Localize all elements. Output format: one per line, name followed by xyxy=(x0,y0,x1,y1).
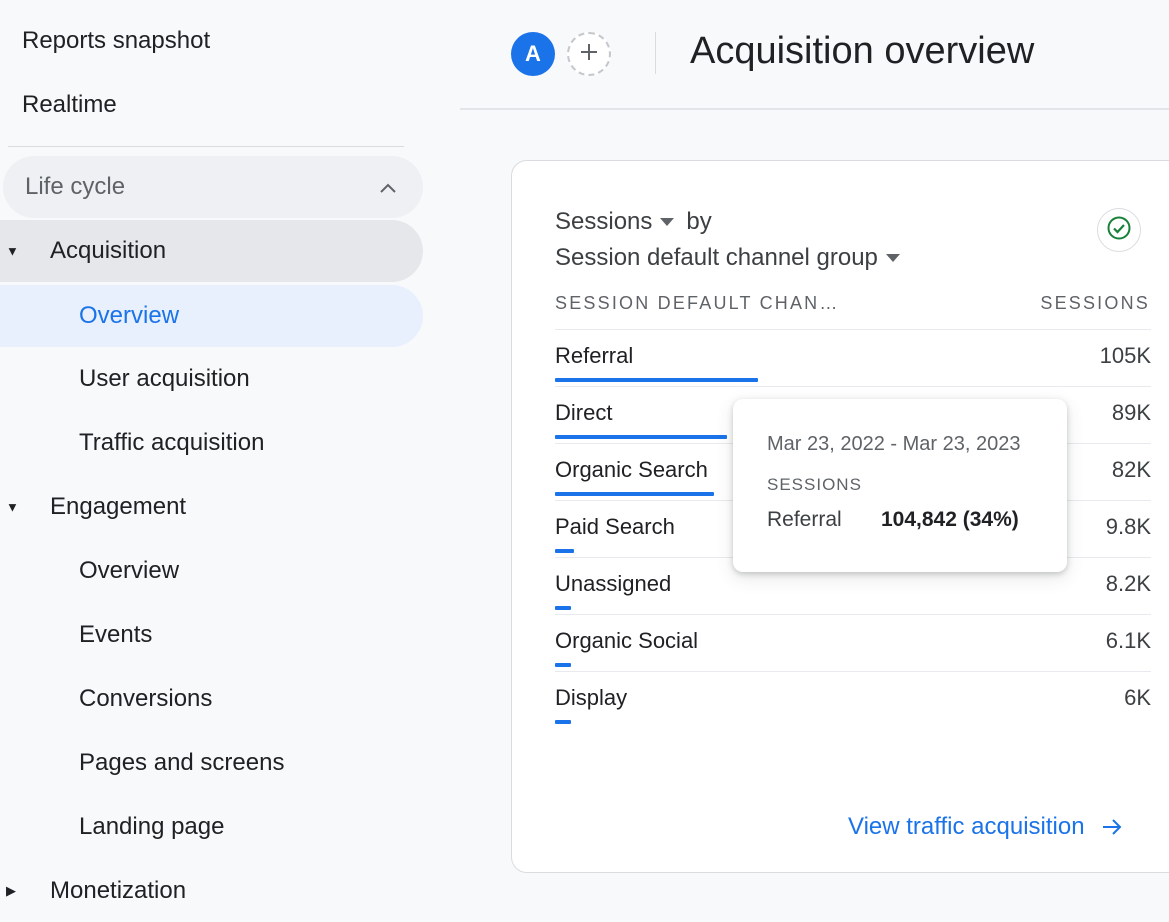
row-bar xyxy=(555,663,571,667)
avatar-letter: A xyxy=(525,41,541,66)
sidebar-nav: Reports snapshot Realtime Life cycle ▼ A… xyxy=(0,0,440,905)
dimension-selector-row: Session default channel group xyxy=(555,244,912,272)
sidebar-item-monetization[interactable]: ▶ Monetization xyxy=(0,860,423,922)
dimension-selector[interactable]: Session default channel group xyxy=(555,244,878,272)
sidebar-item-landing-page[interactable]: Landing page xyxy=(0,796,423,858)
row-value: 6K xyxy=(1124,685,1151,710)
header-separator xyxy=(460,108,1169,110)
sidebar-item-label: Overview xyxy=(79,557,180,584)
sidebar-item-label: Traffic acquisition xyxy=(79,429,265,456)
sidebar-item-label: Overview xyxy=(79,302,180,329)
plus-icon xyxy=(579,42,599,67)
sidebar-item-events[interactable]: Events xyxy=(0,604,423,666)
table-row[interactable]: Organic Social 6.1K xyxy=(555,614,1151,671)
sidebar-item-label: Conversions xyxy=(79,685,213,712)
sidebar-item-label: Engagement xyxy=(50,493,187,520)
metric-selector-row: Sessions by xyxy=(555,208,712,236)
sidebar-item-acquisition[interactable]: ▼ Acquisition xyxy=(0,220,423,282)
row-divider xyxy=(555,671,1151,672)
row-label: Paid Search xyxy=(555,514,675,539)
avatar[interactable]: A xyxy=(511,32,555,76)
row-value: 8.2K xyxy=(1105,571,1151,596)
metric-selector[interactable]: Sessions xyxy=(555,208,652,236)
caret-right-icon: ▶ xyxy=(6,883,16,898)
dropdown-arrow-icon[interactable] xyxy=(660,218,675,226)
column-header-sessions: SESSIONS xyxy=(1040,293,1150,313)
dropdown-arrow-icon[interactable] xyxy=(885,254,900,262)
sidebar-item-label: Pages and screens xyxy=(79,749,285,776)
sidebar-item-label: Acquisition xyxy=(50,237,167,264)
sidebar-item-user-acquisition[interactable]: User acquisition xyxy=(0,348,423,410)
arrow-right-icon xyxy=(1102,819,1121,835)
table-row[interactable]: Display 6K xyxy=(555,671,1151,728)
row-label: Unassigned xyxy=(555,571,672,596)
tooltip-metric: SESSIONS xyxy=(767,475,862,494)
table-row[interactable]: Referral 105K xyxy=(555,329,1151,386)
section-label: Life cycle xyxy=(25,173,126,200)
row-value: 6.1K xyxy=(1105,628,1151,653)
row-label: Referral xyxy=(555,343,634,368)
chevron-up-icon xyxy=(379,173,397,201)
sidebar-item-label: Events xyxy=(79,621,153,648)
caret-down-icon: ▼ xyxy=(6,499,19,515)
row-label: Organic Social xyxy=(555,628,699,653)
row-divider xyxy=(555,614,1151,615)
sidebar-item-acquisition-overview[interactable]: Overview xyxy=(0,285,423,347)
page-title: Acquisition overview xyxy=(690,30,1035,72)
sidebar-item-label: Landing page xyxy=(79,813,225,840)
row-bar xyxy=(555,606,571,610)
row-divider xyxy=(555,329,1151,330)
sidebar-item-label: Monetization xyxy=(50,877,187,904)
sidebar-item-label: Realtime xyxy=(22,91,117,118)
view-traffic-acquisition-link[interactable]: View traffic acquisition xyxy=(848,813,1123,841)
row-label: Display xyxy=(555,685,628,710)
row-bar xyxy=(555,435,727,439)
row-label: Organic Search xyxy=(555,457,708,482)
sidebar-item-engagement-overview[interactable]: Overview xyxy=(0,540,423,602)
row-bar xyxy=(555,378,758,382)
tooltip-value: 104,842 (34%) xyxy=(881,508,1019,531)
sidebar-item-label: User acquisition xyxy=(79,365,250,392)
header-divider xyxy=(655,32,656,74)
link-label: View traffic acquisition xyxy=(848,813,1085,840)
sidebar-item-reports-snapshot[interactable]: Reports snapshot xyxy=(0,10,423,72)
row-bar xyxy=(555,492,714,496)
row-value: 9.8K xyxy=(1105,514,1151,539)
sidebar-section-life-cycle[interactable]: Life cycle xyxy=(3,156,423,218)
sidebar-item-realtime[interactable]: Realtime xyxy=(0,74,423,136)
sidebar-item-traffic-acquisition[interactable]: Traffic acquisition xyxy=(0,412,423,474)
row-value: 82K xyxy=(1111,457,1151,482)
sidebar-item-engagement[interactable]: ▼ Engagement xyxy=(0,476,423,538)
add-comparison-button[interactable] xyxy=(567,32,611,76)
row-bar xyxy=(555,549,574,553)
caret-down-icon: ▼ xyxy=(6,243,19,259)
row-divider xyxy=(555,386,1151,387)
sidebar-item-conversions[interactable]: Conversions xyxy=(0,668,423,730)
sidebar-item-pages-and-screens[interactable]: Pages and screens xyxy=(0,732,423,794)
row-label: Direct xyxy=(555,400,613,425)
sidebar-divider xyxy=(8,146,404,147)
row-bar xyxy=(555,720,571,724)
column-header-dimension: SESSION DEFAULT CHAN… xyxy=(555,293,840,313)
chart-tooltip: Mar 23, 2022 - Mar 23, 2023 SESSIONS Ref… xyxy=(733,399,1067,572)
check-circle-icon xyxy=(1106,215,1132,246)
row-value: 105K xyxy=(1099,343,1151,368)
by-label: by xyxy=(686,208,712,235)
sidebar-item-label: Reports snapshot xyxy=(22,27,211,54)
tooltip-date-range: Mar 23, 2022 - Mar 23, 2023 xyxy=(767,433,1021,455)
check-status-button[interactable] xyxy=(1097,208,1141,252)
tooltip-channel: Referral xyxy=(767,508,842,531)
row-value: 89K xyxy=(1111,400,1151,425)
